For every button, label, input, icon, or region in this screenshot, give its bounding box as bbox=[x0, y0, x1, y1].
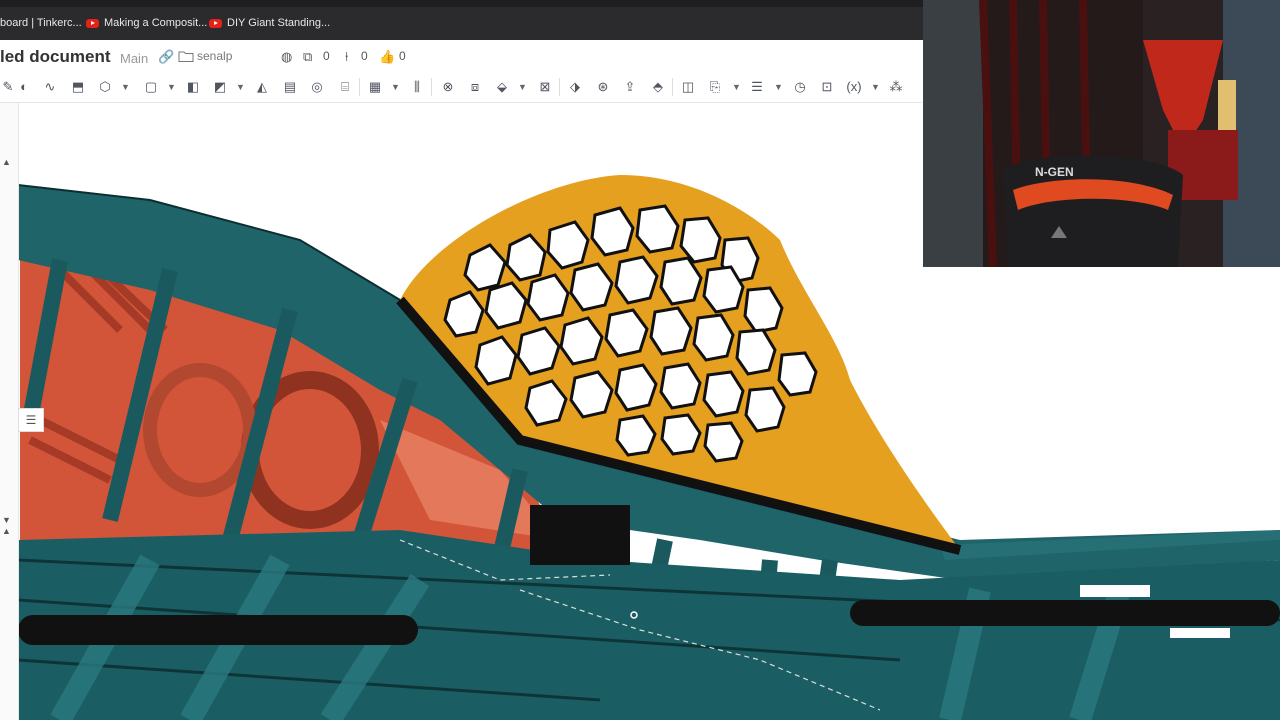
helix-icon[interactable]: ⇪ bbox=[622, 79, 638, 95]
collapse-down-icon[interactable]: ▼ bbox=[2, 515, 11, 525]
bookmark-tinkercad[interactable]: board | Tinkerc... bbox=[0, 15, 82, 31]
fillet-icon[interactable]: ◧ bbox=[185, 79, 201, 95]
clock-icon[interactable]: ◷ bbox=[792, 79, 808, 95]
chevron-down-icon[interactable]: ▼ bbox=[391, 79, 400, 95]
toolbar-divider bbox=[559, 78, 560, 96]
bookmark-diy-giant[interactable]: DIY Giant Standing... bbox=[209, 15, 330, 31]
chamfer-icon[interactable]: ◩ bbox=[212, 79, 228, 95]
folder-icon[interactable] bbox=[178, 50, 194, 65]
variable-studio-icon[interactable]: ◫ bbox=[680, 79, 696, 95]
rib-icon[interactable]: ▤ bbox=[282, 79, 298, 95]
draft-icon[interactable]: ◭ bbox=[254, 79, 270, 95]
screen: { "bookmarks": [ {"label": "board | Tink… bbox=[0, 0, 1280, 720]
chevron-down-icon[interactable]: ▼ bbox=[121, 79, 130, 95]
document-header: led document Main 🔗 senalp ◍ ⧉ 0 ⍿ 0 👍 0 bbox=[0, 40, 922, 72]
thicken-icon[interactable]: ▢ bbox=[143, 79, 159, 95]
chair-brand: N-GEN bbox=[1035, 165, 1074, 179]
link-icon[interactable]: 🔗 bbox=[158, 49, 174, 65]
branch-label[interactable]: Main bbox=[120, 51, 148, 66]
transform-icon[interactable]: ⊗ bbox=[440, 79, 456, 95]
bookmark-label: Making a Composit... bbox=[104, 17, 208, 29]
feature-toolbar: ✎ ◐ ∿ ⬒ ⬡ ▼ ▢ ▼ ◧ ◩ ▼ ◭ ▤ ◎ ⌸ ▦ ▼ ⫼ ⊗ ⧈ … bbox=[0, 72, 922, 103]
hole-icon[interactable]: ⌸ bbox=[337, 79, 353, 95]
variable-icon[interactable]: (x) bbox=[843, 79, 865, 95]
globe-icon[interactable]: ◍ bbox=[281, 49, 292, 65]
list-icon[interactable]: ☰ bbox=[18, 408, 44, 432]
mirror-icon[interactable]: ⬙ bbox=[494, 79, 510, 95]
delete-part-icon[interactable]: ⊠ bbox=[537, 79, 553, 95]
extrude-icon[interactable]: ◐ bbox=[16, 79, 32, 95]
expand-up-icon[interactable]: ▲ bbox=[2, 526, 11, 536]
branches-count: 0 bbox=[361, 49, 368, 63]
chevron-down-icon[interactable]: ▼ bbox=[518, 79, 527, 95]
likes-count: 0 bbox=[399, 49, 406, 63]
versions-count: 0 bbox=[323, 49, 330, 63]
loft-icon[interactable]: ⬡ bbox=[97, 79, 113, 95]
mate-connector-icon[interactable]: ⊛ bbox=[595, 79, 611, 95]
sweep-icon[interactable]: ⬒ bbox=[70, 79, 86, 95]
like-icon[interactable]: 👍 bbox=[379, 49, 395, 65]
pattern-icon[interactable]: ⧈ bbox=[467, 79, 483, 95]
app-store-icon[interactable]: ⁂ bbox=[888, 79, 904, 95]
revolve-icon[interactable]: ∿ bbox=[42, 79, 58, 95]
webcam-image: N-GEN bbox=[923, 0, 1280, 267]
branch-icon[interactable]: ⍿ bbox=[345, 49, 348, 65]
chevron-down-icon[interactable]: ▼ bbox=[236, 79, 245, 95]
boolean-icon[interactable]: ▦ bbox=[367, 79, 383, 95]
document-title[interactable]: led document bbox=[0, 47, 111, 67]
measure-icon[interactable]: ☰ bbox=[749, 79, 765, 95]
feature-list-collapsed-panel: ▲ ▼ ▲ bbox=[0, 103, 19, 720]
sketch-icon[interactable]: ✎ bbox=[0, 79, 16, 95]
bookmark-making-composite[interactable]: Making a Composit... bbox=[86, 15, 207, 31]
youtube-icon bbox=[86, 18, 99, 28]
chevron-down-icon[interactable]: ▼ bbox=[732, 79, 741, 95]
bookmark-label: board | Tinkerc... bbox=[0, 17, 82, 29]
folder-label[interactable]: senalp bbox=[197, 49, 232, 63]
plane-icon[interactable]: ⬗ bbox=[567, 79, 583, 95]
split-icon[interactable]: ⫼ bbox=[409, 79, 425, 95]
fit-spline-icon[interactable]: ⬘ bbox=[650, 79, 666, 95]
toolbar-divider bbox=[672, 78, 673, 96]
webcam-overlay: N-GEN bbox=[923, 0, 1280, 267]
bookmark-label: DIY Giant Standing... bbox=[227, 17, 331, 29]
chevron-down-icon[interactable]: ▼ bbox=[167, 79, 176, 95]
versions-icon[interactable]: ⧉ bbox=[303, 49, 312, 65]
custom-feature-icon[interactable]: ⎘ bbox=[707, 79, 723, 95]
expand-up-icon[interactable]: ▲ bbox=[2, 157, 11, 167]
chevron-down-icon[interactable]: ▼ bbox=[774, 79, 783, 95]
image-icon[interactable]: ⊡ bbox=[819, 79, 835, 95]
shell-icon[interactable]: ◎ bbox=[309, 79, 325, 95]
chevron-down-icon[interactable]: ▼ bbox=[871, 79, 880, 95]
toolbar-divider bbox=[431, 78, 432, 96]
youtube-icon bbox=[209, 18, 222, 28]
toolbar-divider bbox=[359, 78, 360, 96]
